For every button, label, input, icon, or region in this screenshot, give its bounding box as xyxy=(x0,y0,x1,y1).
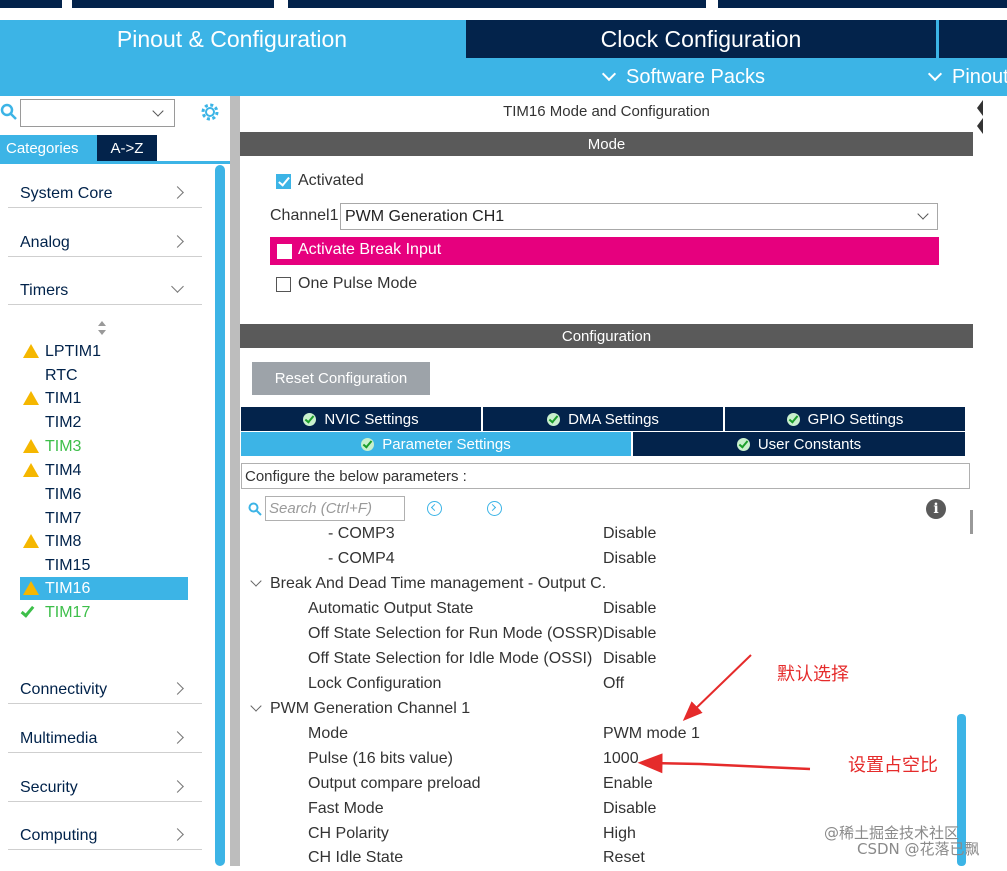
watermark-line: CSDN @花落已飘 xyxy=(857,840,980,858)
annotation-arrow xyxy=(682,654,752,721)
annotation-arrow xyxy=(637,753,811,774)
annotation-set-duty: 设置占空比 xyxy=(848,755,938,776)
annotation-arrows xyxy=(637,654,811,774)
annotation-default-choice: 默认选择 xyxy=(777,664,849,685)
